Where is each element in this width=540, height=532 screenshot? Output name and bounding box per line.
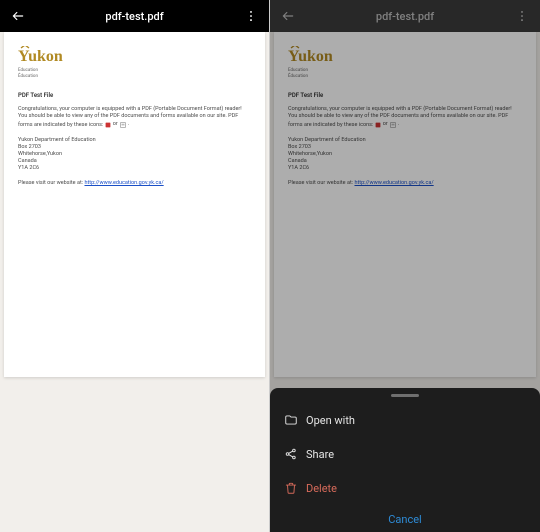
addr-line-2: Box 2703: [288, 144, 522, 151]
more-vert-icon: [244, 9, 258, 23]
back-arrow-icon: [281, 9, 295, 23]
visit-prefix: Please visit our website at:: [288, 180, 354, 186]
overflow-menu-button-right[interactable]: [512, 6, 532, 26]
addr-line-4: Canada: [18, 158, 251, 165]
visit-line: Please visit our website at: http://www.…: [18, 180, 251, 187]
back-arrow-icon: [11, 9, 25, 23]
form-icon: [390, 122, 396, 128]
logo: Yukon Education Éducation: [288, 46, 522, 80]
visit-line: Please visit our website at: http://www.…: [288, 180, 522, 187]
addr-line-5: Y1A 2C6: [18, 165, 251, 172]
pdf-paragraph-text: Congratulations, your computer is equipp…: [18, 106, 242, 128]
share-item[interactable]: Share: [270, 437, 540, 471]
cancel-button[interactable]: Cancel: [270, 505, 540, 532]
delete-label: Delete: [306, 482, 337, 495]
or-text: or: [383, 121, 388, 128]
pdf-paragraph: Congratulations, your computer is equipp…: [18, 106, 251, 129]
address-block: Yukon Department of Education Box 2703 W…: [18, 137, 251, 171]
form-icon: [120, 122, 126, 128]
sheet-handle[interactable]: [391, 394, 419, 397]
addr-line-4: Canada: [288, 158, 522, 165]
appbar-title: pdf-test.pdf: [28, 10, 241, 23]
more-vert-icon: [515, 9, 529, 23]
address-block: Yukon Department of Education Box 2703 W…: [288, 137, 522, 171]
pdf-paragraph-text: Congratulations, your computer is equipp…: [288, 106, 512, 128]
website-link[interactable]: http://www.education.gov.yk.ca/: [354, 180, 433, 186]
pdf-icon: [375, 122, 381, 128]
addr-line-1: Yukon Department of Education: [18, 137, 251, 144]
visit-prefix: Please visit our website at:: [18, 180, 84, 186]
logo-subtext-1: Education: [288, 69, 522, 74]
logo-subtext-1: Education: [18, 69, 251, 74]
website-link[interactable]: http://www.education.gov.yk.ca/: [84, 180, 163, 186]
addr-line-2: Box 2703: [18, 144, 251, 151]
addr-line-1: Yukon Department of Education: [288, 137, 522, 144]
or-text: or: [113, 121, 118, 128]
open-with-item[interactable]: Open with: [270, 403, 540, 437]
yukon-logo-icon: Yukon: [288, 46, 348, 68]
appbar-left: pdf-test.pdf: [0, 0, 269, 32]
back-button[interactable]: [8, 6, 28, 26]
pdf-icon: [105, 122, 111, 128]
bottom-sheet: Open with Share Delete Cancel: [270, 388, 540, 532]
pdf-form-icons: or .: [375, 121, 399, 128]
pdf-form-icons: or .: [105, 121, 129, 128]
trash-icon: [284, 481, 298, 495]
open-with-icon: [284, 413, 298, 427]
logo-subtext-2: Éducation: [288, 75, 522, 80]
cancel-label: Cancel: [388, 513, 421, 526]
back-button-right[interactable]: [278, 6, 298, 26]
addr-line-5: Y1A 2C6: [288, 165, 522, 172]
pdf-page-right: Yukon Education Éducation PDF Test File …: [274, 32, 536, 377]
share-icon: [284, 447, 298, 461]
pdf-title: PDF Test File: [18, 92, 251, 100]
pdf-title: PDF Test File: [288, 92, 522, 100]
pane-left: pdf-test.pdf Yukon Education Éducation P…: [0, 0, 270, 532]
share-label: Share: [306, 448, 334, 461]
logo: Yukon Education Éducation: [18, 46, 251, 80]
svg-text:Yukon: Yukon: [18, 48, 63, 65]
yukon-logo-icon: Yukon: [18, 46, 78, 68]
delete-item[interactable]: Delete: [270, 471, 540, 505]
pdf-paragraph: Congratulations, your computer is equipp…: [288, 106, 522, 129]
appbar-title-right: pdf-test.pdf: [298, 10, 512, 23]
pane-right: pdf-test.pdf Yukon Education Éducation P…: [270, 0, 540, 532]
addr-line-3: Whitehorse,Yukon: [288, 151, 522, 158]
open-with-label: Open with: [306, 414, 355, 427]
appbar-right: pdf-test.pdf: [270, 0, 540, 32]
overflow-menu-button[interactable]: [241, 6, 261, 26]
addr-line-3: Whitehorse,Yukon: [18, 151, 251, 158]
svg-text:Yukon: Yukon: [288, 48, 333, 65]
logo-subtext-2: Éducation: [18, 75, 251, 80]
pdf-page[interactable]: Yukon Education Éducation PDF Test File …: [4, 32, 265, 377]
